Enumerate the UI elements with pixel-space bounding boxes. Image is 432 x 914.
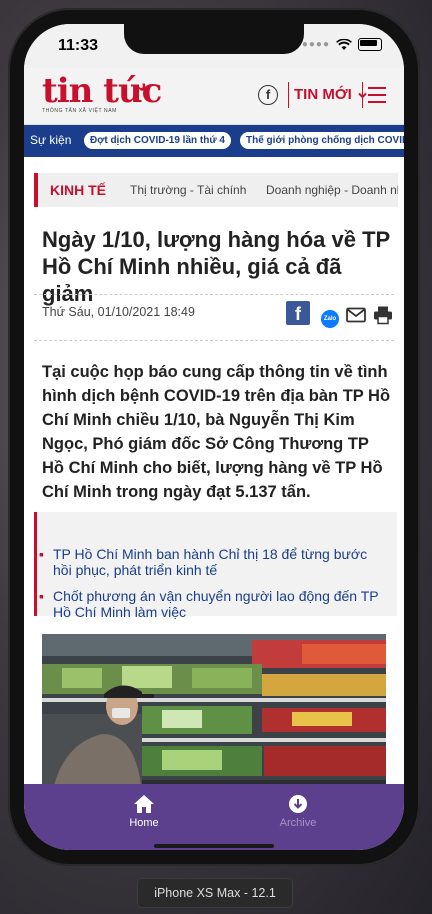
- device-frame: 11:33 ●●●● tin tức THÔNG TẤN XÃ VIỆT NAM…: [8, 8, 420, 866]
- divider: [34, 294, 394, 295]
- event-tag-pill[interactable]: Đợt dịch COVID-19 lần thứ 4: [84, 132, 231, 149]
- wifi-icon: [336, 38, 352, 50]
- download-circle-icon: [289, 795, 307, 813]
- tin-moi-dropdown[interactable]: TIN MỚI: [294, 86, 367, 103]
- device-notch: [124, 24, 304, 54]
- share-mail-icon[interactable]: [346, 307, 366, 323]
- home-indicator: [154, 844, 274, 848]
- related-article-title: TP Hồ Chí Minh ban hành Chỉ thị 18 để từ…: [53, 546, 368, 578]
- category-item[interactable]: Doanh nghiệp - Doanh nhân: [266, 183, 398, 197]
- site-header: tin tức THÔNG TẤN XÃ VIỆT NAM f TIN MỚI: [24, 68, 404, 125]
- tab-home[interactable]: Home: [114, 794, 174, 829]
- category-current[interactable]: KINH TẾ: [50, 182, 106, 198]
- app-screen: 11:33 ●●●● tin tức THÔNG TẤN XÃ VIỆT NAM…: [24, 24, 404, 850]
- tab-home-label: Home: [129, 817, 159, 829]
- related-article-link[interactable]: ▪ TP Hồ Chí Minh ban hành Chỉ thị 18 để …: [39, 546, 383, 578]
- header-divider: [362, 82, 363, 108]
- bottom-tab-bar: Home Archive: [24, 784, 404, 850]
- tin-moi-label: TIN MỚI: [294, 86, 352, 103]
- status-time: 11:33: [58, 37, 99, 54]
- tab-archive-label: Archive: [279, 817, 317, 829]
- related-article-title: Chốt phương án vận chuyển người lao động…: [53, 588, 379, 620]
- home-icon: [134, 795, 154, 813]
- share-facebook-icon[interactable]: f: [286, 301, 310, 325]
- event-tag-bar: Sự kiện Đợt dịch COVID-19 lần thứ 4 Thế …: [24, 125, 404, 157]
- simulator-device-label: iPhone XS Max - 12.1: [137, 878, 293, 908]
- site-logo[interactable]: tin tức: [42, 74, 162, 108]
- article-date: Thứ Sáu, 01/10/2021 18:49: [42, 305, 195, 319]
- status-icons: ●●●●: [302, 38, 382, 51]
- category-item[interactable]: Thị trường - Tài chính: [130, 183, 246, 197]
- site-logo-subtitle: THÔNG TẤN XÃ VIỆT NAM: [42, 108, 117, 114]
- divider: [34, 340, 394, 341]
- event-label: Sự kiện: [30, 133, 72, 147]
- bullet: ▪: [39, 546, 44, 562]
- category-bar: KINH TẾ Thị trường - Tài chính Doanh ngh…: [34, 173, 398, 207]
- hamburger-menu-icon[interactable]: [368, 87, 386, 108]
- tab-archive[interactable]: Archive: [268, 794, 328, 829]
- header-divider: [288, 82, 289, 108]
- event-tag-pill[interactable]: Thế giới phòng chống dịch COVID-19: [240, 132, 404, 149]
- bullet: ▪: [39, 588, 44, 604]
- article-lead: Tại cuộc họp báo cung cấp thông tin về t…: [42, 363, 391, 501]
- battery-icon: [358, 38, 382, 51]
- signal-icon: ●●●●: [301, 39, 330, 50]
- supermarket-photo: [42, 634, 386, 794]
- facebook-icon[interactable]: f: [258, 85, 278, 105]
- print-icon[interactable]: [373, 305, 393, 325]
- related-articles: ▪ TP Hồ Chí Minh ban hành Chỉ thị 18 để …: [34, 512, 397, 620]
- article-photo: [42, 634, 386, 794]
- related-article-link[interactable]: ▪ Chốt phương án vận chuyển người lao độ…: [39, 588, 383, 620]
- share-zalo-icon[interactable]: Zalo: [321, 310, 339, 328]
